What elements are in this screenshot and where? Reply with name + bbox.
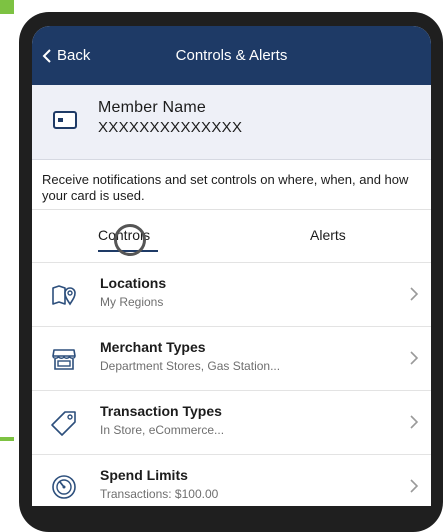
nav-bar: Back Controls & Alerts bbox=[32, 26, 431, 85]
phone-frame: Back Controls & Alerts Member Name XXXXX… bbox=[19, 12, 443, 532]
tab-selected-indicator bbox=[98, 250, 158, 252]
list-item-spend-limits[interactable]: Spend Limits Transactions: $100.00 bbox=[32, 455, 431, 506]
list-item-transaction-types[interactable]: Transaction Types In Store, eCommerce... bbox=[32, 391, 431, 455]
chevron-left-icon bbox=[42, 48, 51, 63]
tab-alerts[interactable]: Alerts bbox=[310, 227, 346, 243]
card-icon bbox=[53, 111, 77, 129]
member-card-summary: Member Name XXXXXXXXXXXXXX bbox=[32, 85, 431, 159]
gauge-icon bbox=[52, 475, 76, 499]
tag-icon bbox=[51, 411, 76, 436]
chevron-right-icon bbox=[410, 415, 419, 429]
accent-bar-top bbox=[0, 0, 14, 14]
map-pin-icon bbox=[52, 285, 76, 306]
member-info: Member Name XXXXXXXXXXXXXX bbox=[98, 99, 242, 136]
description-text: Receive notifications and set controls o… bbox=[32, 159, 431, 210]
member-name: Member Name bbox=[98, 99, 207, 116]
item-subtitle: In Store, eCommerce... bbox=[100, 423, 225, 437]
item-title: Merchant Types bbox=[100, 339, 206, 355]
item-title: Spend Limits bbox=[100, 467, 188, 483]
back-button[interactable]: Back bbox=[42, 26, 90, 85]
item-subtitle: Department Stores, Gas Station... bbox=[100, 359, 281, 373]
tab-bar: Controls Alerts bbox=[32, 210, 431, 263]
list-item-merchant-types[interactable]: Merchant Types Department Stores, Gas St… bbox=[32, 327, 431, 391]
chevron-right-icon bbox=[410, 351, 419, 365]
item-subtitle: Transactions: $100.00 bbox=[100, 487, 219, 501]
page-title: Controls & Alerts bbox=[175, 47, 288, 64]
app-screen: Back Controls & Alerts Member Name XXXXX… bbox=[32, 26, 431, 506]
tab-controls[interactable]: Controls bbox=[98, 227, 150, 243]
chevron-right-icon bbox=[410, 479, 419, 493]
accent-bar-bottom bbox=[0, 437, 14, 441]
item-title: Locations bbox=[100, 275, 167, 291]
chevron-right-icon bbox=[410, 287, 419, 301]
back-label: Back bbox=[57, 47, 91, 64]
list-item-locations[interactable]: Locations My Regions bbox=[32, 263, 431, 327]
item-subtitle: My Regions bbox=[100, 295, 164, 309]
member-card-number: XXXXXXXXXXXXXX bbox=[98, 119, 243, 136]
item-title: Transaction Types bbox=[100, 403, 222, 419]
storefront-icon bbox=[52, 349, 76, 370]
